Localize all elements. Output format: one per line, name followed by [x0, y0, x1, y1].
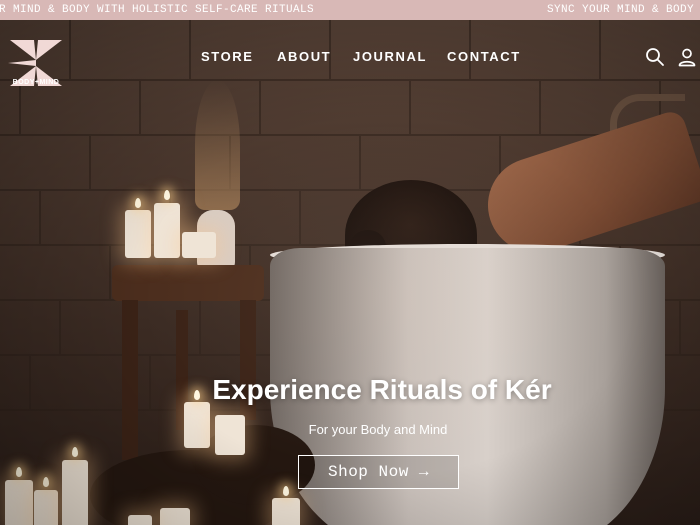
hero-subtitle: For your Body and Mind [308, 422, 448, 437]
announcement-bar: UR MIND & BODY WITH HOLISTIC SELF-CARE R… [0, 0, 700, 20]
nav-about[interactable]: ABOUT [277, 49, 331, 64]
announcement-text: UR MIND & BODY WITH HOLISTIC SELF-CARE R… [0, 4, 315, 16]
logo-wordmark: BODY+MIND [12, 79, 60, 86]
nav-contact[interactable]: CONTACT [447, 49, 521, 64]
nav-journal[interactable]: JOURNAL [353, 49, 427, 64]
announcement-text-repeat: SYNC YOUR MIND & BODY W [547, 4, 700, 16]
hero-overlay [0, 20, 700, 525]
hero-title: Experience Rituals of Kér [212, 374, 552, 405]
shop-now-button[interactable]: Shop Now → [298, 455, 459, 489]
hero-image [0, 20, 700, 525]
account-icon[interactable] [677, 47, 697, 67]
nav-store[interactable]: STORE [201, 49, 254, 64]
search-icon[interactable] [645, 47, 665, 67]
